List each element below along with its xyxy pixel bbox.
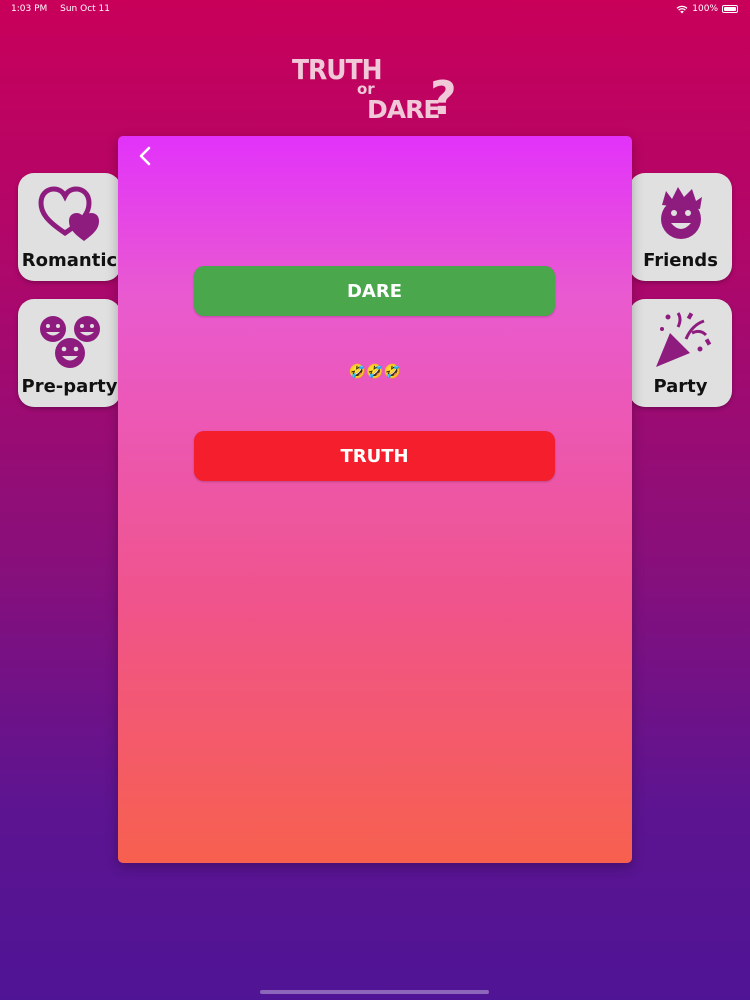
wifi-icon [676, 5, 688, 13]
category-friends[interactable]: Friends [629, 173, 732, 281]
category-romantic[interactable]: Romantic [18, 173, 121, 281]
logo-dare: DARE [367, 95, 440, 124]
face-icon [660, 187, 702, 239]
category-preparty[interactable]: Pre-party [18, 299, 121, 407]
category-label: Friends [643, 250, 718, 271]
app-logo: TRUTH or DARE ? [290, 54, 470, 125]
category-label: Romantic [21, 250, 118, 271]
status-bar: 1:03 PM Sun Oct 11 100% [0, 0, 750, 20]
battery-percent: 100% [692, 4, 718, 14]
back-chevron-icon[interactable] [134, 144, 158, 168]
party-popper-icon [655, 312, 711, 367]
truth-button[interactable]: TRUTH [194, 431, 555, 481]
battery-icon [722, 5, 738, 13]
dare-button[interactable]: DARE [194, 266, 555, 316]
faces-icon [39, 316, 100, 368]
home-indicator[interactable] [260, 990, 489, 994]
logo-question-mark: ? [430, 71, 457, 125]
status-date: Sun Oct 11 [60, 4, 110, 14]
category-label: Pre-party [21, 376, 118, 397]
hearts-icon [37, 186, 99, 241]
status-time: 1:03 PM [11, 4, 48, 14]
category-party[interactable]: Party [629, 299, 732, 407]
category-label: Party [653, 376, 708, 397]
emoji-row: 🤣🤣🤣 [348, 364, 402, 380]
truth-or-dare-modal: DARE 🤣🤣🤣 TRUTH [118, 136, 632, 863]
